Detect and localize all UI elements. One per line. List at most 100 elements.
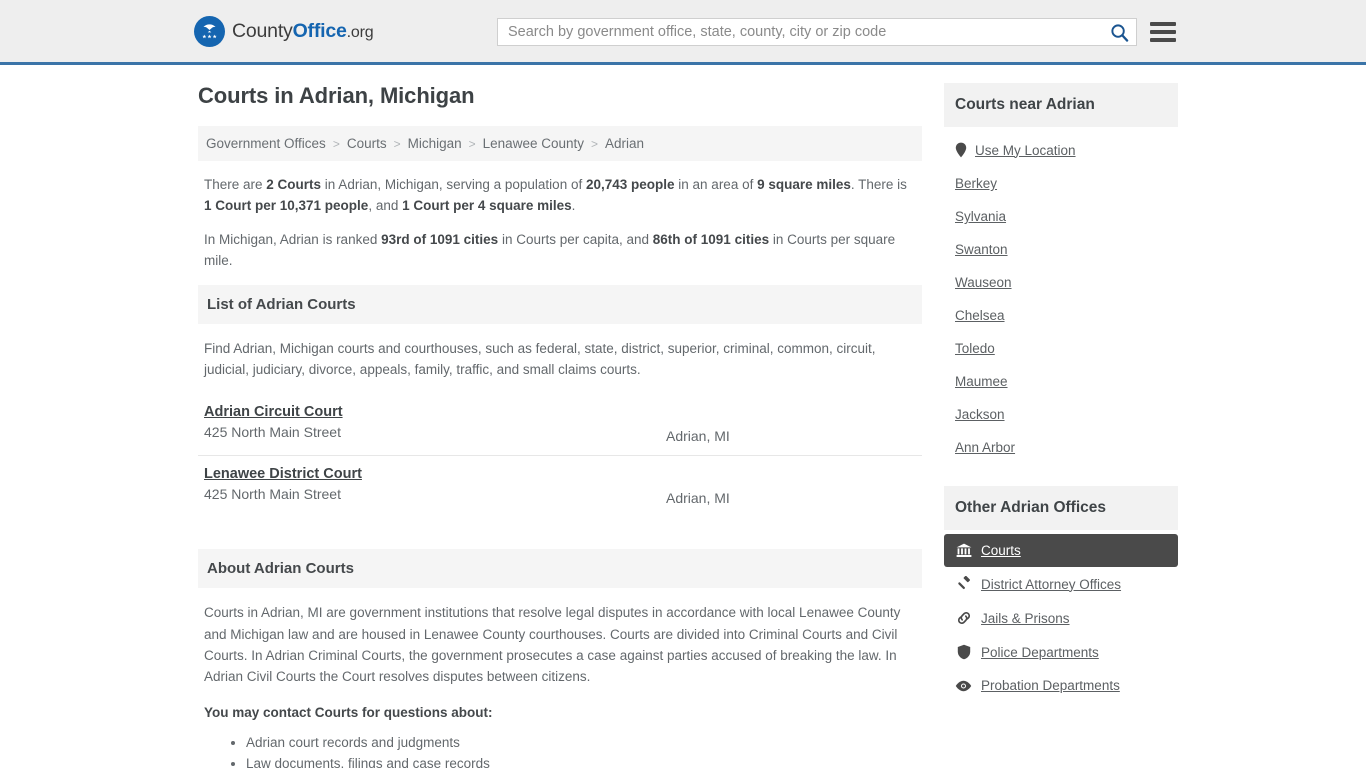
shield-icon: [955, 644, 972, 660]
nearby-city-link[interactable]: Toledo: [955, 341, 995, 356]
court-name-link[interactable]: Lenawee District Court: [204, 466, 362, 482]
sidebar-heading-courts-near: Courts near Adrian: [944, 83, 1178, 127]
sidebar-item-chelsea[interactable]: Chelsea: [944, 299, 1178, 332]
nearby-cities-list: Use My Location Berkey Sylvania Swanton …: [944, 127, 1178, 464]
intro-statistics: There are 2 Courts in Adrian, Michigan, …: [198, 161, 922, 272]
intro-text: In Michigan, Adrian is ranked: [204, 231, 382, 247]
court-address: 425 North Main Street: [204, 486, 341, 503]
stat-per-capita: 1 Court per 10,371 people: [204, 197, 369, 213]
use-my-location-link[interactable]: Use My Location: [975, 143, 1076, 158]
sidebar-item-maumee[interactable]: Maumee: [944, 365, 1178, 398]
court-list: Adrian Circuit Court 425 North Main Stre…: [198, 394, 922, 517]
search-icon: [1110, 23, 1129, 42]
intro-text: .: [571, 197, 576, 213]
sidebar-item-jackson[interactable]: Jackson: [944, 398, 1178, 431]
eagle-seal-icon: [194, 15, 225, 47]
about-section-body: Courts in Adrian, MI are government inst…: [198, 588, 922, 768]
sidebar-item-police-departments[interactable]: Police Departments: [944, 635, 1178, 669]
intro-paragraph-counts: There are 2 Courts in Adrian, Michigan, …: [204, 175, 916, 217]
site-logo-text: CountyOffice.org: [232, 19, 374, 43]
breadcrumb-separator: >: [393, 136, 401, 151]
office-link-police-departments[interactable]: Police Departments: [981, 645, 1099, 660]
logo-text-org: .org: [346, 23, 374, 41]
breadcrumb: Government Offices > Courts > Michigan >…: [198, 126, 922, 161]
page-container: Courts in Adrian, Michigan Government Of…: [0, 65, 1366, 768]
breadcrumb-item-michigan[interactable]: Michigan: [408, 136, 462, 151]
list-item: Adrian court records and judgments: [246, 733, 916, 753]
sidebar-item-district-attorney-offices[interactable]: District Attorney Offices: [944, 567, 1178, 601]
court-city-state: Adrian, MI: [666, 428, 730, 445]
hamburger-bar: [1150, 22, 1176, 26]
nearby-city-link[interactable]: Sylvania: [955, 209, 1006, 224]
breadcrumb-separator: >: [332, 136, 340, 151]
sidebar: Courts near Adrian Use My Location Berke…: [944, 83, 1178, 768]
breadcrumb-separator: >: [468, 136, 476, 151]
sidebar-item-swanton[interactable]: Swanton: [944, 233, 1178, 266]
contact-topics-list: Adrian court records and judgments Law d…: [204, 733, 916, 768]
stat-per-area: 1 Court per 4 square miles: [402, 197, 572, 213]
court-address: 425 North Main Street: [204, 424, 341, 441]
court-info: Lenawee District Court 425 North Main St…: [204, 465, 666, 502]
breadcrumb-item-government-offices[interactable]: Government Offices: [206, 136, 326, 151]
hamburger-bar: [1150, 30, 1176, 34]
map-pin-icon: [955, 142, 967, 158]
search-input[interactable]: [498, 19, 1102, 45]
stat-population: 20,743 people: [585, 177, 675, 192]
nearby-city-link[interactable]: Maumee: [955, 374, 1008, 389]
intro-text: in Adrian, Michigan, serving a populatio…: [321, 177, 586, 192]
logo-text-county: County: [232, 19, 293, 42]
office-link-jails-prisons[interactable]: Jails & Prisons: [981, 611, 1070, 626]
intro-text: in Courts per capita, and: [498, 231, 653, 247]
list-section-description: Find Adrian, Michigan courts and courtho…: [204, 340, 876, 378]
table-row[interactable]: Lenawee District Court 425 North Main St…: [198, 456, 922, 517]
intro-text: in an area of: [674, 177, 758, 192]
nearby-city-link[interactable]: Berkey: [955, 176, 997, 191]
intro-paragraph-ranking: In Michigan, Adrian is ranked 93rd of 10…: [204, 230, 916, 272]
nearby-city-link[interactable]: Wauseon: [955, 275, 1012, 290]
nearby-city-link[interactable]: Swanton: [955, 242, 1008, 257]
bank-building-icon: [955, 543, 972, 558]
breadcrumb-item-adrian[interactable]: Adrian: [605, 136, 644, 151]
nearby-city-link[interactable]: Jackson: [955, 407, 1005, 422]
site-logo[interactable]: CountyOffice.org: [194, 15, 374, 47]
sidebar-item-berkey[interactable]: Berkey: [944, 167, 1178, 200]
other-offices-list: Courts District Attorney Offices Jails &…: [944, 530, 1178, 702]
section-heading-about-courts: About Adrian Courts: [198, 549, 922, 589]
nearby-city-link[interactable]: Ann Arbor: [955, 440, 1015, 455]
sidebar-item-toledo[interactable]: Toledo: [944, 332, 1178, 365]
court-city-state: Adrian, MI: [666, 490, 730, 507]
intro-text: . There is: [850, 177, 907, 192]
gavel-icon: [955, 576, 972, 592]
search-bar: [497, 18, 1137, 46]
court-name-link[interactable]: Adrian Circuit Court: [204, 404, 343, 420]
breadcrumb-item-lenawee-county[interactable]: Lenawee County: [483, 136, 584, 151]
nearby-city-link[interactable]: Chelsea: [955, 308, 1005, 323]
eye-icon: [955, 680, 972, 692]
office-link-courts[interactable]: Courts: [981, 543, 1021, 558]
search-button[interactable]: [1102, 19, 1136, 45]
table-row[interactable]: Adrian Circuit Court 425 North Main Stre…: [198, 394, 922, 457]
stat-court-count: 2 Courts: [266, 177, 322, 192]
hamburger-bar: [1150, 38, 1176, 42]
intro-text: There are: [204, 177, 267, 192]
site-header: CountyOffice.org: [0, 0, 1366, 65]
sidebar-item-probation-departments[interactable]: Probation Departments: [944, 669, 1178, 702]
office-link-district-attorney[interactable]: District Attorney Offices: [981, 577, 1121, 592]
sidebar-item-ann-arbor[interactable]: Ann Arbor: [944, 431, 1178, 464]
sidebar-item-use-my-location[interactable]: Use My Location: [944, 133, 1178, 167]
sidebar-item-wauseon[interactable]: Wauseon: [944, 266, 1178, 299]
link-chain-icon: [955, 610, 972, 626]
section-heading-list-of-courts: List of Adrian Courts: [198, 284, 922, 324]
about-paragraph: Courts in Adrian, MI are government inst…: [204, 605, 901, 685]
breadcrumb-item-courts[interactable]: Courts: [347, 136, 387, 151]
stat-rank-per-square-mile: 86th of 1091 cities: [652, 231, 770, 247]
sidebar-item-sylvania[interactable]: Sylvania: [944, 200, 1178, 233]
sidebar-item-courts[interactable]: Courts: [944, 534, 1178, 567]
list-item: Law documents, filings and case records: [246, 754, 916, 768]
sidebar-item-jails-prisons[interactable]: Jails & Prisons: [944, 601, 1178, 635]
stat-area: 9 square miles: [757, 177, 851, 192]
breadcrumb-separator: >: [590, 136, 598, 151]
office-link-probation-departments[interactable]: Probation Departments: [981, 678, 1120, 693]
hamburger-menu-icon[interactable]: [1150, 18, 1176, 46]
logo-text-office: Office: [292, 19, 347, 42]
